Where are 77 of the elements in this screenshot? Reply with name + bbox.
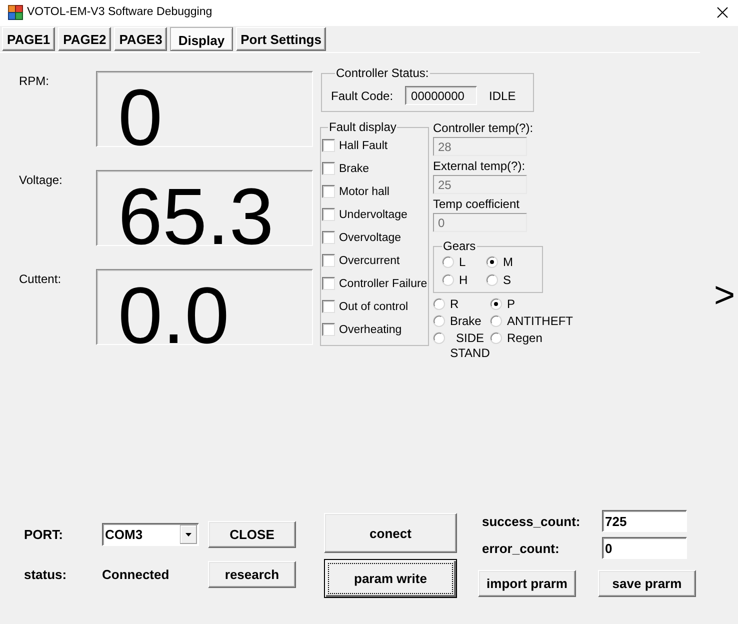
checkbox-label: Brake	[339, 162, 370, 176]
checkbox[interactable]	[322, 208, 335, 221]
radio-label: Brake	[450, 314, 482, 329]
window-title: VOTOL-EM-V3 Software Debugging	[27, 6, 212, 18]
research-button[interactable]: research	[208, 561, 296, 588]
checkbox-label: Overheating	[339, 322, 402, 336]
group-title: Gears	[442, 239, 477, 253]
port-dropdown[interactable]: COM3	[102, 523, 199, 546]
checkbox-label: Controller Failure	[339, 276, 428, 290]
readout-label: Cuttent:	[19, 272, 62, 286]
tab[interactable]: PAGE2	[58, 27, 112, 51]
radio-button[interactable]	[442, 256, 454, 268]
field-label: External temp(?):	[433, 159, 526, 173]
checkbox[interactable]	[322, 254, 335, 267]
field-label: Temp coefficient	[433, 197, 520, 211]
readout-label: Voltage:	[19, 173, 62, 187]
caret-icon[interactable]	[180, 525, 197, 544]
checkbox[interactable]	[322, 139, 335, 152]
radio-label: ANTITHEFT	[507, 314, 573, 329]
radio-label: R	[450, 297, 459, 312]
next-button[interactable]: >	[714, 277, 735, 313]
checkbox[interactable]	[322, 323, 335, 336]
field-label: Controller temp(?):	[433, 121, 534, 135]
status-text: IDLE	[489, 88, 516, 102]
radio-button[interactable]	[490, 298, 502, 310]
readout-display: 0	[96, 71, 313, 147]
close-button[interactable]: CLOSE	[208, 521, 296, 548]
action-button[interactable]: param write	[324, 559, 457, 598]
readout-label: RPM:	[19, 74, 49, 88]
radio-button[interactable]	[490, 332, 502, 344]
group-title: Controller Status:	[335, 66, 430, 80]
checkbox-label: Motor hall	[339, 184, 390, 198]
counter-label: error_count:	[482, 540, 560, 556]
tab[interactable]: PAGE3	[114, 27, 168, 51]
port-label: PORT:	[24, 527, 63, 542]
file-button[interactable]: import prarm	[478, 570, 576, 597]
radio-button[interactable]	[490, 315, 502, 327]
radio-label: Regen	[507, 331, 542, 346]
checkbox-label: Overcurrent	[339, 254, 400, 268]
radio-label: L	[459, 255, 466, 270]
tab[interactable]: Port Settings	[236, 27, 326, 51]
counter-field[interactable]: 0	[602, 537, 687, 559]
checkbox-label: Hall Fault	[339, 138, 388, 152]
checkbox[interactable]	[322, 185, 335, 198]
counter-label: success_count:	[482, 514, 580, 528]
radio-label: P	[507, 297, 516, 312]
checkbox-label: Undervoltage	[339, 208, 408, 222]
tab[interactable]: PAGE1	[2, 27, 56, 51]
checkbox[interactable]	[322, 162, 335, 175]
radio-button[interactable]	[486, 274, 498, 286]
radio-label: H	[459, 273, 468, 288]
readout-display: 65.3	[96, 170, 313, 246]
checkbox-label: Out of control	[339, 300, 408, 314]
readout-display: 0.0	[96, 269, 313, 345]
checkbox[interactable]	[322, 277, 335, 290]
status-value: Connected	[102, 567, 170, 582]
field-label: Fault Code:	[331, 88, 394, 102]
checkbox[interactable]	[322, 231, 335, 244]
tab[interactable]: Display	[170, 27, 233, 51]
radio-button[interactable]	[486, 256, 498, 268]
radio-label: M	[503, 255, 513, 270]
counter-field[interactable]: 725	[602, 510, 687, 532]
radio-button[interactable]	[433, 298, 445, 310]
radio-label: SIDE STAND	[450, 331, 490, 361]
status-label: status:	[24, 567, 67, 582]
close-icon[interactable]	[717, 6, 728, 18]
radio-button[interactable]	[442, 274, 454, 286]
radio-button[interactable]	[433, 332, 445, 344]
radio-label: S	[503, 273, 512, 288]
checkbox[interactable]	[322, 300, 335, 313]
action-button[interactable]: conect	[324, 513, 457, 553]
file-button[interactable]: save prarm	[598, 570, 696, 597]
radio-button[interactable]	[433, 315, 445, 327]
group-title: Fault display	[328, 120, 398, 134]
checkbox-label: Overvoltage	[339, 230, 402, 244]
fault-code-field: 00000000	[405, 86, 478, 105]
app-icon	[8, 4, 23, 20]
